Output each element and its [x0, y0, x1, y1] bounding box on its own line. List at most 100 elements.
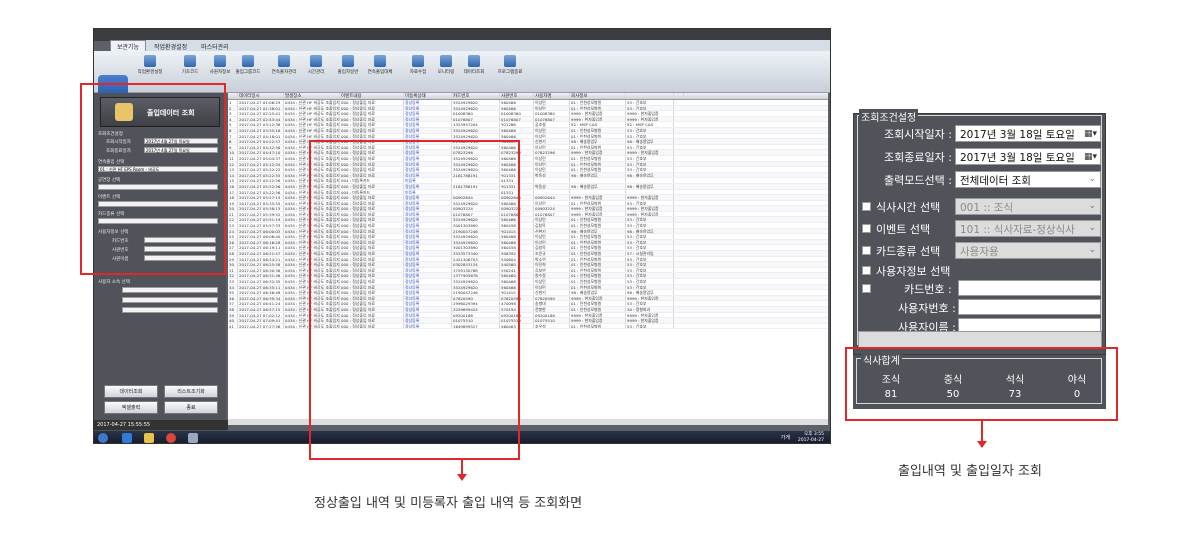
- table-cell: 4: [228, 116, 238, 122]
- column-header[interactable]: 발생장소: [284, 93, 340, 99]
- table-cell: 01076807: [500, 116, 534, 122]
- table-cell: 2017-04-27 05:35:55: [238, 200, 284, 206]
- table-cell: 01008380: [500, 111, 534, 116]
- table-cell: 9999 : 한자출입증: [570, 195, 626, 200]
- calendar-icon[interactable]: ▦▾: [1084, 129, 1097, 139]
- column-header[interactable]: 회사정보: [570, 93, 626, 99]
- select-field[interactable]: [122, 287, 218, 293]
- card-type-select[interactable]: 사용자용 ⌄: [955, 242, 1101, 259]
- table-cell: 정상등록: [404, 111, 452, 116]
- table-cell: 26: [228, 239, 238, 245]
- table-cell: 이상민: [534, 133, 570, 139]
- ribbon-button[interactable]: 모니터링: [432, 53, 460, 91]
- card-number-input[interactable]: [958, 280, 1101, 296]
- column-header[interactable]: 카드번호: [452, 93, 500, 99]
- column-header[interactable]: 사원번호: [500, 93, 534, 99]
- meal-time-checkbox[interactable]: [862, 202, 871, 211]
- start-date-picker[interactable]: 2017년 3월 18일 토요일 ▦▾: [955, 125, 1101, 142]
- start-icon[interactable]: [98, 433, 108, 443]
- table-cell: 3524929620: [452, 105, 500, 111]
- table-cell: 01 : 인천성모병원: [570, 284, 626, 290]
- card-number-checkbox[interactable]: [862, 284, 871, 293]
- column-header[interactable]: 사용자명: [534, 93, 570, 99]
- column-header[interactable]: [626, 93, 674, 99]
- ribbon-button[interactable]: 데이터조회: [460, 53, 488, 91]
- table-cell: 01 : 인천성모병원: [570, 279, 626, 284]
- taskbar-clock: 오후 3:55 2017-04-27: [797, 432, 824, 443]
- table-cell: 9999 : 한자출입증: [570, 295, 626, 301]
- table-cell: 이상민: [534, 155, 570, 161]
- ribbon-button[interactable]: 출입그룹코드: [234, 53, 262, 91]
- table-cell: 2017-04-27 05:22:22: [238, 167, 284, 172]
- table-cell: 2017-04-27 06:21:57: [238, 251, 284, 256]
- table-cell: 2017-04-27 05:51:19: [238, 217, 284, 223]
- end-date-label: 조회종료일자 :: [884, 151, 952, 164]
- column-header[interactable]: 미등록상태: [404, 93, 452, 99]
- ribbon-button[interactable]: 출입자일반: [334, 53, 362, 91]
- excel-export-button[interactable]: 엑셀출력: [104, 401, 158, 414]
- department-select[interactable]: [858, 331, 1102, 348]
- folder-icon[interactable]: [144, 433, 154, 443]
- column-header[interactable]: [228, 93, 238, 99]
- table-cell: 33: [228, 279, 238, 284]
- ribbon-button[interactable]: 시간관리: [302, 53, 330, 91]
- user-number-input[interactable]: [958, 299, 1101, 315]
- table-cell: 01 : 인천성모병원: [570, 323, 626, 329]
- table-cell: 0434 : 신관 HF 비공도 조출입자동문: [285, 127, 340, 133]
- door-icon: [278, 55, 290, 67]
- data-search-button[interactable]: 데이터조회: [104, 385, 158, 398]
- event-select[interactable]: 101 :: 식사자료-정상식사 ⌄: [955, 220, 1101, 237]
- table-cell: 53 : 간호부: [626, 245, 674, 251]
- callout-line: [461, 460, 463, 474]
- table-cell: 정상등록: [404, 122, 452, 127]
- chrome-icon[interactable]: [166, 433, 176, 443]
- exit-button[interactable]: 종료: [164, 401, 218, 414]
- table-cell: 정상등록: [404, 133, 452, 139]
- ribbon-button[interactable]: 연속출입대체: [366, 53, 394, 91]
- table-cell: 39: [228, 312, 238, 318]
- app-taskbar-icon[interactable]: [188, 433, 198, 443]
- table-cell: 1: [228, 100, 238, 105]
- table-cell: 2017-04-27 06:39:34: [238, 295, 284, 301]
- table-cell: 이상민: [534, 161, 570, 167]
- checkbox-label[interactable]: 사용자 소속 선택: [98, 279, 130, 285]
- table-cell: 2017-04-27 01:06:29: [238, 100, 284, 105]
- table-cell: 01 : 인천성모병원: [570, 167, 626, 172]
- end-date-picker[interactable]: 2017년 3월 18일 토요일 ▦▾: [955, 148, 1101, 165]
- chevron-down-icon: ⌄: [1088, 245, 1096, 255]
- column-header[interactable]: 이벤트내용: [340, 93, 404, 99]
- column-header[interactable]: 데이터일시: [238, 93, 284, 99]
- ie-icon[interactable]: [122, 433, 132, 443]
- table-cell: 53 : 간호부: [626, 323, 674, 329]
- card-type-checkbox[interactable]: [862, 246, 871, 255]
- table-cell: 000 : 정상출입 자료: [340, 100, 404, 105]
- table-cell: 5: [228, 122, 238, 127]
- table-cell: 01 : 인천성모병원: [570, 273, 626, 278]
- user-icon: [214, 55, 226, 67]
- table-cell: 정상등록: [404, 105, 452, 111]
- select-field[interactable]: [122, 307, 218, 313]
- table-cell: 01 : 인천성모병원: [570, 155, 626, 161]
- table-cell: 21: [228, 211, 238, 217]
- table-cell: 92 : MSP C&S: [570, 122, 626, 127]
- table-cell: 공조설: [534, 122, 570, 127]
- ribbon-button[interactable]: 자료수집: [404, 53, 432, 91]
- table-cell: 2017-04-27 05:22:56: [238, 189, 284, 195]
- table-cell: 53 : 간호부: [626, 127, 674, 133]
- select-field[interactable]: [122, 297, 218, 303]
- table-cell: 17: [228, 189, 238, 195]
- table-cell: 이상민: [534, 279, 570, 284]
- output-mode-select[interactable]: 전체데이터 조회 ⌄: [955, 171, 1101, 188]
- column-header[interactable]: [674, 93, 684, 99]
- ribbon-button[interactable]: 프로그램종료: [496, 53, 524, 91]
- table-cell: 22: [228, 217, 238, 223]
- calendar-icon[interactable]: ▦▾: [1084, 152, 1097, 162]
- list-reset-button[interactable]: 리스트조기화: [164, 385, 218, 398]
- event-checkbox[interactable]: [862, 224, 871, 233]
- table-cell: 0434 : 신관 HF 비공도 조출입자동문: [285, 100, 340, 105]
- user-info-checkbox[interactable]: [862, 266, 871, 275]
- ribbon-button[interactable]: 연속출자관리: [270, 53, 298, 91]
- table-cell: 01 : 인천성모병원: [570, 161, 626, 167]
- clock-icon: [310, 55, 322, 67]
- meal-time-select[interactable]: 001 :: 조식 ⌄: [955, 198, 1101, 215]
